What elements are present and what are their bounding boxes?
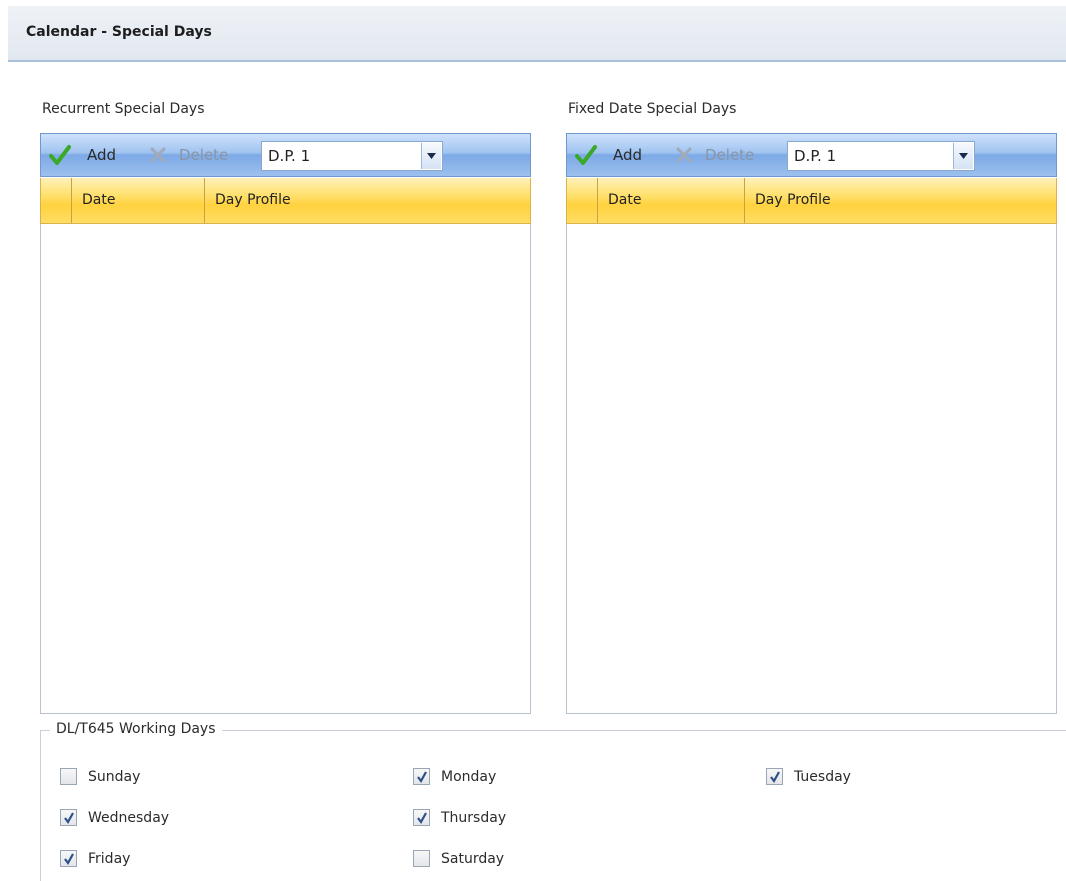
fixed-delete-button[interactable]: Delete (675, 144, 775, 166)
fixed-toolbar: Add Delete D.P. 1 (566, 133, 1057, 177)
checkbox-label: Friday (88, 851, 131, 867)
check-mark-icon (417, 771, 427, 784)
fixed-profile-select[interactable]: D.P. 1 (787, 141, 975, 171)
checkbox-box[interactable] (60, 768, 77, 785)
check-icon (575, 145, 597, 165)
fixed-section-label: Fixed Date Special Days (568, 101, 737, 117)
checkbox-label: Wednesday (88, 810, 170, 826)
chevron-down-icon (959, 153, 968, 159)
chevron-down-icon (427, 153, 436, 159)
recurrent-add-label: Add (87, 146, 117, 164)
fixed-delete-label: Delete (705, 146, 755, 164)
recurrent-dropdown-button[interactable] (421, 143, 441, 169)
checkbox-box[interactable] (60, 809, 77, 826)
recurrent-toolbar: Add Delete D.P. 1 (40, 133, 531, 177)
recurrent-profile-select[interactable]: D.P. 1 (261, 141, 443, 171)
fixed-date-column[interactable]: Date (598, 178, 745, 223)
fixed-profile-value: D.P. 1 (794, 147, 837, 165)
page-title: Calendar - Special Days (26, 24, 212, 40)
fixed-grid-header: Date Day Profile (566, 178, 1057, 224)
recurrent-section-label: Recurrent Special Days (42, 101, 205, 117)
delete-x-icon (676, 147, 692, 163)
page-header: Calendar - Special Days (8, 6, 1066, 62)
recurrent-profile-value: D.P. 1 (268, 147, 311, 165)
recurrent-date-column[interactable]: Date (72, 178, 205, 223)
recurrent-delete-label: Delete (179, 146, 229, 164)
fixed-grid-body[interactable] (566, 224, 1057, 714)
delete-x-icon (150, 147, 166, 163)
check-mark-icon (64, 853, 74, 866)
fixed-day-profile-column[interactable]: Day Profile (745, 178, 1056, 223)
checkbox-label: Monday (441, 769, 497, 785)
checkbox-box[interactable] (413, 809, 430, 826)
check-icon (49, 145, 71, 165)
recurrent-grid-header: Date Day Profile (40, 178, 531, 224)
recurrent-delete-button[interactable]: Delete (149, 144, 249, 166)
fixed-add-label: Add (613, 146, 643, 164)
recurrent-add-button[interactable]: Add (49, 144, 129, 166)
checkbox-label: Saturday (441, 851, 505, 867)
checkbox-box[interactable] (413, 850, 430, 867)
working-days-title: DL/T645 Working Days (50, 721, 222, 737)
row-selector-header[interactable] (41, 178, 72, 223)
check-mark-icon (770, 771, 780, 784)
recurrent-day-profile-column[interactable]: Day Profile (205, 178, 530, 223)
checkbox-label: Tuesday (794, 769, 851, 785)
recurrent-grid-body[interactable] (40, 224, 531, 714)
working-days-group (40, 730, 1066, 881)
row-selector-header[interactable] (567, 178, 598, 223)
checkbox-box[interactable] (60, 850, 77, 867)
checkbox-box[interactable] (766, 768, 783, 785)
fixed-add-button[interactable]: Add (575, 144, 655, 166)
checkbox-label: Thursday (441, 810, 507, 826)
check-mark-icon (64, 812, 74, 825)
checkbox-box[interactable] (413, 768, 430, 785)
check-mark-icon (417, 812, 427, 825)
fixed-dropdown-button[interactable] (953, 143, 973, 169)
checkbox-label: Sunday (88, 769, 141, 785)
